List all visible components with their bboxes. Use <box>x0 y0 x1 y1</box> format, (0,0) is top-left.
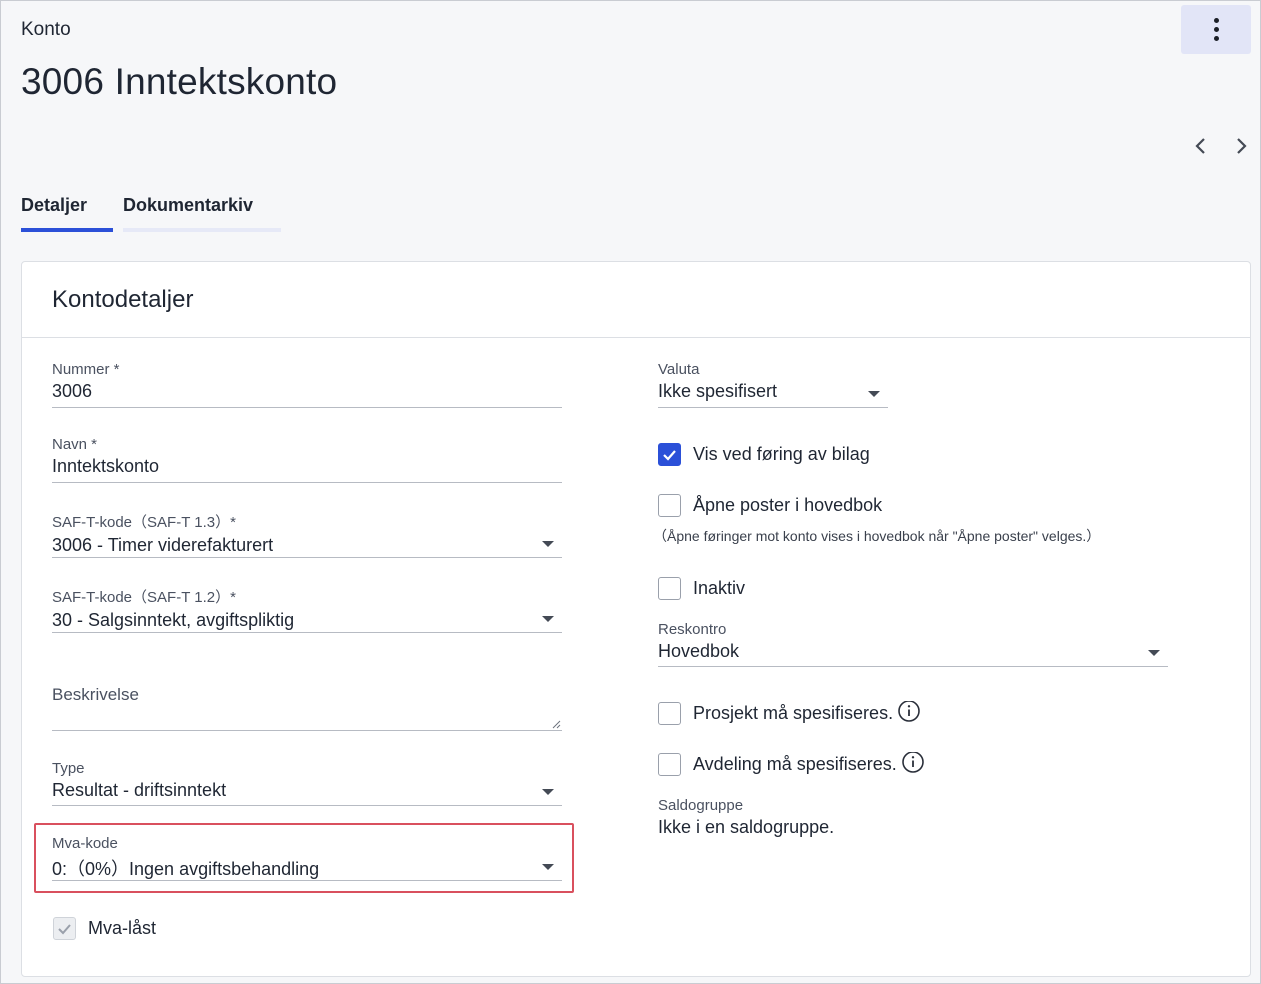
reskontro-value: Hovedbok <box>658 641 740 661</box>
apne-poster-row: Åpne poster i hovedbok <box>658 494 882 517</box>
tab-dokumentarkiv[interactable]: Dokumentarkiv <box>123 195 253 216</box>
valuta-value: Ikke spesifisert <box>658 381 778 401</box>
reskontro-label: Reskontro <box>658 621 727 638</box>
prosjekt-label: Prosjekt må spesifiseres. <box>693 702 894 723</box>
beskrivelse-label: Beskrivelse <box>52 685 139 704</box>
tab-dokumentarkiv-indicator <box>123 228 281 232</box>
card-title: Kontodetaljer <box>52 286 194 313</box>
breadcrumb[interactable]: Konto <box>21 19 71 41</box>
valuta-select[interactable]: Valuta Ikke spesifisert <box>658 361 888 408</box>
saldogruppe-label: Saldogruppe <box>658 797 744 814</box>
mva-kode-label: Mva-kode <box>52 835 118 852</box>
resize-handle-icon[interactable] <box>552 720 561 729</box>
avdeling-label: Avdeling må spesifiseres. <box>693 753 897 774</box>
dropdown-caret-icon <box>542 541 554 547</box>
beskrivelse-textarea[interactable]: Beskrivelse <box>52 685 562 731</box>
next-record-button[interactable] <box>1231 135 1251 157</box>
saft-12-select[interactable]: SAF-T-kode（SAF-T 1.2）* 30 - Salgsinntekt… <box>52 586 562 633</box>
checkmark-icon <box>663 449 676 461</box>
checkmark-icon <box>58 923 71 934</box>
navn-value[interactable]: Inntektskonto <box>52 456 562 477</box>
inaktiv-label: Inaktiv <box>693 578 746 598</box>
page-title: 3006 Inntektskonto <box>21 61 338 102</box>
info-icon[interactable] <box>897 701 921 725</box>
nummer-field[interactable]: Nummer * 3006 <box>52 361 562 408</box>
dropdown-caret-icon <box>542 864 554 870</box>
saft-12-label: SAF-T-kode（SAF-T 1.2）* <box>52 589 236 606</box>
mva-kode-value: 0:（0%）Ingen avgiftsbehandling <box>52 859 320 879</box>
type-label: Type <box>52 760 85 777</box>
saft-13-select[interactable]: SAF-T-kode（SAF-T 1.3）* 3006 - Timer vide… <box>52 511 562 558</box>
tab-detaljer[interactable]: Detaljer <box>21 195 87 216</box>
card-divider <box>22 337 1250 338</box>
tab-detaljer-indicator <box>21 228 113 232</box>
mva-last-label: Mva-låst <box>88 918 157 938</box>
dropdown-caret-icon <box>542 789 554 795</box>
nummer-value[interactable]: 3006 <box>52 381 562 402</box>
mva-last-checkbox[interactable] <box>53 917 76 940</box>
inaktiv-row: Inaktiv <box>658 577 745 600</box>
app-frame: Konto 3006 Inntektskonto Detaljer Dokume… <box>0 0 1261 984</box>
more-options-button[interactable] <box>1181 5 1251 54</box>
valuta-label: Valuta <box>658 361 700 378</box>
chevron-right-icon <box>1237 138 1247 154</box>
saldogruppe-value: Ikke i en saldogruppe. <box>658 817 835 837</box>
reskontro-select[interactable]: Reskontro Hovedbok <box>658 621 1168 667</box>
mva-last-checkbox-row: Mva-låst <box>53 917 156 940</box>
navn-label: Navn * <box>52 436 98 453</box>
type-value: Resultat - driftsinntekt <box>52 780 227 800</box>
vis-ved-foring-label: Vis ved føring av bilag <box>693 444 870 464</box>
saldogruppe-field: Saldogruppe Ikke i en saldogruppe. <box>658 797 1058 843</box>
type-select[interactable]: Type Resultat - driftsinntekt <box>52 760 562 806</box>
saft-13-value: 3006 - Timer viderefakturert <box>52 535 274 555</box>
prosjekt-checkbox[interactable] <box>658 701 681 725</box>
more-vertical-icon <box>1213 18 1219 41</box>
inaktiv-checkbox[interactable] <box>658 577 681 600</box>
chevron-left-icon <box>1195 138 1205 154</box>
apne-poster-checkbox[interactable] <box>658 494 681 517</box>
apne-poster-hint: （Åpne føringer mot konto vises i hovedbo… <box>653 528 1101 544</box>
dropdown-caret-icon <box>868 391 880 397</box>
avdeling-row: Avdeling må spesifiseres. <box>658 752 925 776</box>
apne-poster-label: Åpne poster i hovedbok <box>693 495 883 515</box>
avdeling-checkbox[interactable] <box>658 752 681 776</box>
navn-field[interactable]: Navn * Inntektskonto <box>52 436 562 483</box>
saft-12-value: 30 - Salgsinntekt, avgiftspliktig <box>52 610 295 630</box>
dropdown-caret-icon <box>542 616 554 622</box>
info-icon[interactable] <box>901 752 925 776</box>
nummer-label: Nummer * <box>52 361 120 378</box>
prosjekt-row: Prosjekt må spesifiseres. <box>658 701 921 725</box>
saft-13-label: SAF-T-kode（SAF-T 1.3）* <box>52 514 236 531</box>
dropdown-caret-icon <box>1148 650 1160 656</box>
vis-ved-foring-row: Vis ved føring av bilag <box>658 443 870 466</box>
vis-ved-foring-checkbox[interactable] <box>658 443 681 466</box>
previous-record-button[interactable] <box>1191 135 1211 157</box>
mva-kode-select[interactable]: Mva-kode 0:（0%）Ingen avgiftsbehandling <box>52 835 562 881</box>
